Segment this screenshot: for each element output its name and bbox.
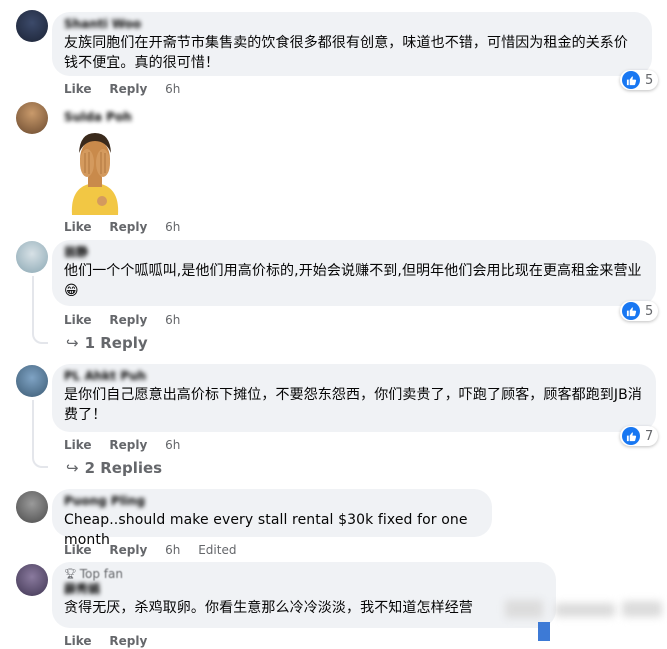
comment-actions: Like Reply 6h Edited	[64, 542, 236, 558]
avatar[interactable]	[16, 102, 48, 134]
thread-connector	[32, 322, 48, 344]
comment-timestamp[interactable]: 6h	[165, 438, 180, 452]
top-fan-badge-icon: 🏆︎	[64, 568, 77, 580]
comment-author[interactable]: PL Ahkt Puh	[64, 369, 644, 383]
comment-author[interactable]: Puong Pling	[64, 494, 480, 508]
like-icon	[622, 302, 640, 320]
scroll-marker	[538, 622, 550, 641]
comment-text: 是你们自己愿意出高价标下摊位，不要怨东怨西，你们卖贵了，吓跑了顾客，顾客都跑到J…	[64, 387, 642, 423]
comment-author[interactable]: 翁静	[64, 245, 644, 259]
reaction-number: 7	[645, 428, 654, 444]
comment-text: 友族同胞们在开斋节市集售卖的饮食很多都很有创意，味道也不错，可惜因为租金的关系价…	[64, 35, 628, 71]
like-button[interactable]: Like	[64, 634, 92, 648]
view-replies-link[interactable]: ↪ 2 Replies	[66, 459, 162, 477]
comment-text: 他们一个个呱呱叫,是他们用高价标的,开始会说赚不到,但明年他们会用比现在更高租金…	[64, 263, 642, 299]
like-icon	[622, 71, 640, 89]
reaction-number: 5	[645, 303, 654, 319]
replies-count: 2 Replies	[84, 459, 163, 477]
like-button[interactable]: Like	[64, 543, 92, 557]
thread-line	[32, 276, 34, 328]
comment-bubble: Puong Pling Cheap..should make every sta…	[52, 489, 492, 548]
comment-bubble: PL Ahkt Puh 是你们自己愿意出高价标下摊位，不要怨东怨西，你们卖贵了，…	[52, 364, 656, 432]
replies-count: 1 Reply	[84, 334, 148, 352]
comment-actions: Like Reply 6h	[64, 81, 194, 97]
comment-bubble: 翁静 他们一个个呱呱叫,是他们用高价标的,开始会说赚不到,但明年他们会用比现在更…	[52, 240, 656, 306]
avatar[interactable]	[16, 10, 48, 42]
comment-timestamp[interactable]: 6h	[165, 313, 180, 327]
reply-button[interactable]: Reply	[109, 220, 147, 234]
comment-timestamp[interactable]: 6h	[165, 82, 180, 96]
comment-bubble: 🏆︎ Top fan 薛秀娟 贪得无厌，杀鸡取卵。你看生意那么冷冷淡淡，我不知道…	[52, 562, 556, 628]
thread-connector	[32, 446, 48, 468]
comment-timestamp[interactable]: 6h	[165, 543, 180, 557]
avatar[interactable]	[16, 241, 48, 273]
blurred-overlay	[505, 600, 543, 618]
thread-line	[32, 400, 34, 452]
reaction-number: 5	[645, 72, 654, 88]
view-replies-link[interactable]: ↪ 1 Reply	[66, 334, 148, 352]
reply-button[interactable]: Reply	[109, 313, 147, 327]
top-fan-badge: Top fan	[79, 567, 123, 581]
comment-actions: Like Reply 6h	[64, 312, 194, 328]
reply-arrow-icon: ↪	[66, 334, 79, 352]
avatar[interactable]	[16, 491, 48, 523]
reply-button[interactable]: Reply	[109, 82, 147, 96]
facepalm-sticker	[71, 133, 119, 215]
comment-bubble: Shanti Woo 友族同胞们在开斋节市集售卖的饮食很多都很有创意，味道也不错…	[52, 12, 652, 76]
comment-actions: Like Reply	[64, 633, 161, 649]
edited-label: Edited	[198, 543, 237, 557]
comment-author[interactable]: Sulda Poh	[64, 110, 132, 124]
reaction-count[interactable]: 5	[620, 301, 659, 321]
blurred-overlay	[555, 603, 615, 617]
comment-author[interactable]: 薛秀娟	[64, 582, 544, 596]
reply-button[interactable]: Reply	[109, 543, 147, 557]
reply-arrow-icon: ↪	[66, 459, 79, 477]
like-button[interactable]: Like	[64, 313, 92, 327]
reaction-count[interactable]: 7	[620, 426, 659, 446]
blurred-overlay	[622, 601, 662, 617]
comment-timestamp[interactable]: 6h	[165, 220, 180, 234]
comment-actions: Like Reply 6h	[64, 437, 194, 453]
like-button[interactable]: Like	[64, 220, 92, 234]
like-button[interactable]: Like	[64, 82, 92, 96]
comment-text: 贪得无厌，杀鸡取卵。你看生意那么冷冷淡淡，我不知道怎样经营	[64, 600, 473, 616]
comment-author[interactable]: Shanti Woo	[64, 17, 640, 31]
reply-button[interactable]: Reply	[109, 634, 147, 648]
reply-button[interactable]: Reply	[109, 438, 147, 452]
avatar[interactable]	[16, 564, 48, 596]
like-icon	[622, 427, 640, 445]
reaction-count[interactable]: 5	[620, 70, 659, 90]
avatar[interactable]	[16, 365, 48, 397]
like-button[interactable]: Like	[64, 438, 92, 452]
comment-actions: Like Reply 6h	[64, 219, 194, 235]
